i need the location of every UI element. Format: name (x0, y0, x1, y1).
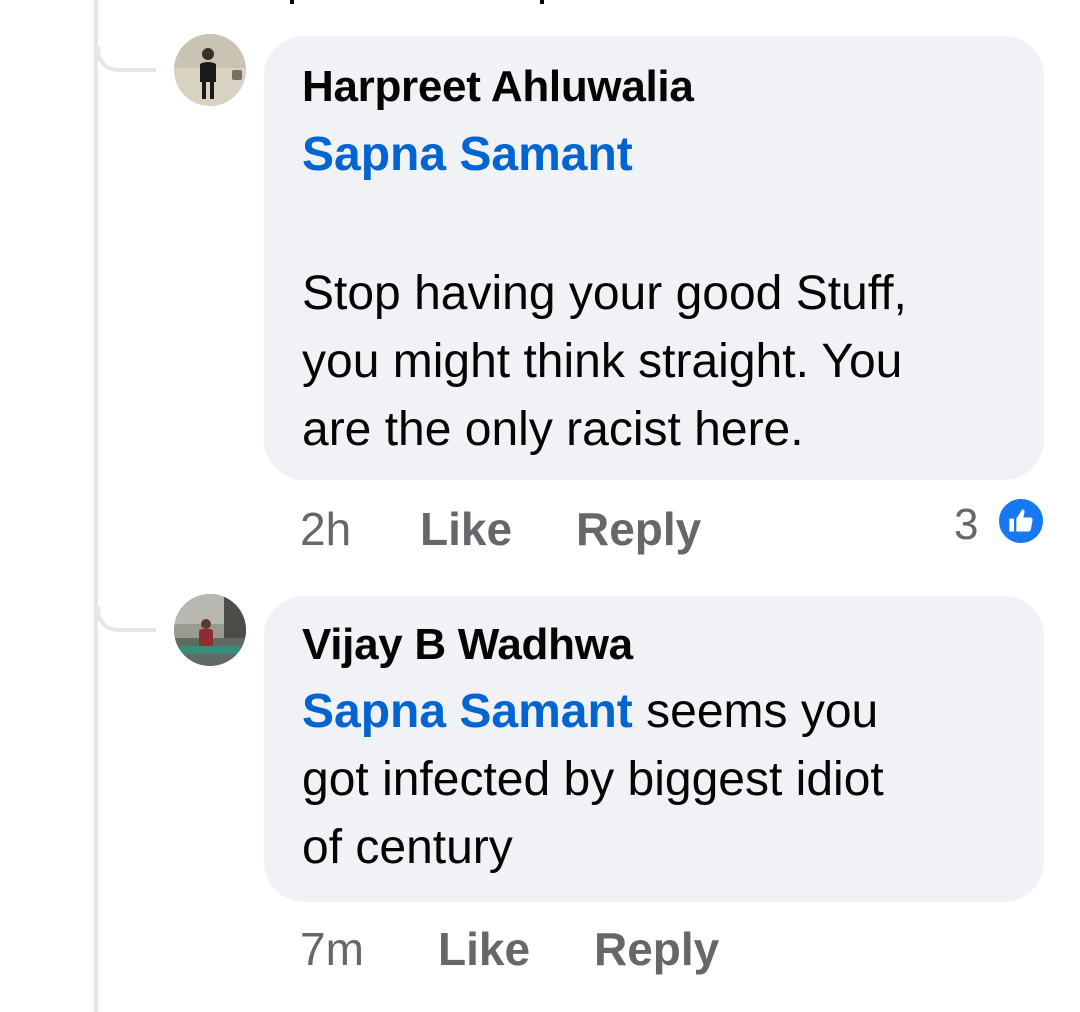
thread-branch (96, 606, 156, 632)
avatar[interactable] (174, 594, 246, 666)
like-button[interactable]: Like (438, 922, 530, 976)
avatar-person-outdoor (174, 594, 246, 666)
comment-author[interactable]: Harpreet Ahluwalia (302, 62, 694, 112)
comment-text: Sapna Samant seems you got infected by b… (302, 685, 884, 874)
thumbs-up-icon (996, 496, 1046, 546)
previous-comment-text-fragment (290, 0, 550, 4)
reaction-count: 3 (954, 500, 979, 549)
comment-bubble: Harpreet Ahluwalia Sapna Samant Stop hav… (264, 36, 1044, 480)
avatar[interactable] (174, 34, 246, 106)
thread-line (94, 0, 98, 1012)
comment-timestamp[interactable]: 2h (300, 502, 351, 556)
comment-timestamp[interactable]: 7m (300, 922, 364, 976)
reply-button[interactable]: Reply (576, 502, 701, 556)
avatar-person-standing (174, 34, 246, 106)
thread-branch (96, 46, 156, 72)
comment-author[interactable]: Vijay B Wadhwa (302, 620, 633, 670)
mention-link[interactable]: Sapna Samant (302, 128, 633, 181)
comment-bubble: Vijay B Wadhwa Sapna Samant seems you go… (264, 596, 1044, 902)
mention-link[interactable]: Sapna Samant (302, 685, 633, 738)
like-button[interactable]: Like (420, 502, 512, 556)
reply-button[interactable]: Reply (594, 922, 719, 976)
comment-text: Stop having your good Stuff, you might t… (302, 267, 907, 456)
